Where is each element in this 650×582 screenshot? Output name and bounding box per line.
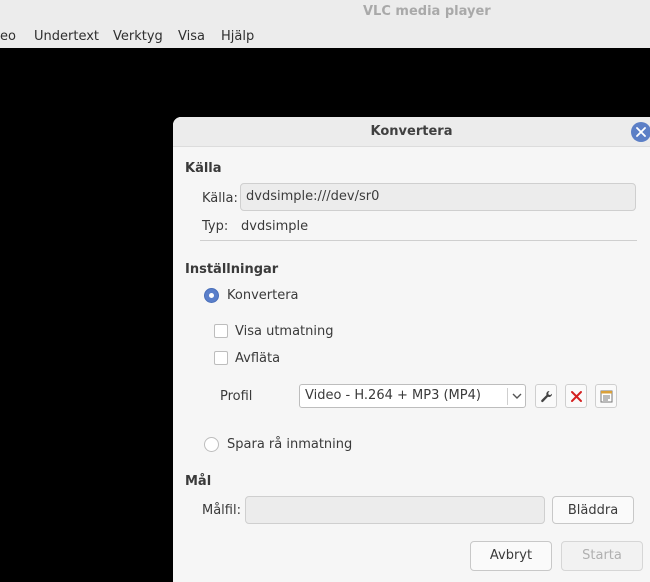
dialog-title: Konvertera <box>370 124 453 139</box>
profile-select[interactable]: Video - H.264 + MP3 (MP4) <box>299 384 526 408</box>
deinterlace-checkbox[interactable] <box>214 351 228 365</box>
profile-label: Profil <box>220 389 253 404</box>
deinterlace-label[interactable]: Avfläta <box>235 351 280 366</box>
menu-video[interactable]: eo <box>0 29 16 44</box>
chevron-down-icon <box>512 393 522 399</box>
destination-file-label: Målfil: <box>202 503 241 518</box>
type-label: Typ: <box>202 219 229 234</box>
browse-button-label: Bläddra <box>567 503 619 518</box>
source-label: Källa: <box>202 191 238 206</box>
source-value: dvdsimple:///dev/sr0 <box>246 189 380 204</box>
edit-profile-button[interactable] <box>535 384 557 408</box>
dialog-header: Konvertera <box>173 117 650 147</box>
cancel-button-label: Avbryt <box>489 548 533 563</box>
close-button[interactable] <box>631 122 650 142</box>
destination-file-input[interactable] <box>245 496 545 524</box>
source-section-title: Källa <box>185 161 222 176</box>
profile-dropdown-arrow[interactable] <box>507 388 525 405</box>
menubar: eo Undertext Verktyg Visa Hjälp <box>0 26 650 48</box>
convert-label[interactable]: Konvertera <box>227 288 299 303</box>
settings-section-title: Inställningar <box>185 262 279 277</box>
menu-view[interactable]: Visa <box>178 29 205 44</box>
close-icon <box>636 127 646 137</box>
cancel-button[interactable]: Avbryt <box>470 541 552 571</box>
convert-dialog: Konvertera Källa Källa: dvdsimple:///dev… <box>173 117 650 582</box>
profile-value: Video - H.264 + MP3 (MP4) <box>305 388 481 403</box>
new-profile-icon <box>600 390 613 403</box>
wrench-icon <box>541 390 553 403</box>
window-title: VLC media player <box>363 4 491 19</box>
dump-raw-radio[interactable] <box>204 437 219 452</box>
window-titlebar: VLC media player <box>0 0 650 26</box>
start-button-label: Starta <box>582 548 622 563</box>
menu-subtitle[interactable]: Undertext <box>34 29 99 44</box>
source-field[interactable]: dvdsimple:///dev/sr0 <box>240 183 636 211</box>
show-output-label[interactable]: Visa utmatning <box>235 324 334 339</box>
destination-section-title: Mål <box>185 474 212 489</box>
browse-button[interactable]: Bläddra <box>552 496 634 524</box>
start-button[interactable]: Starta <box>561 541 643 571</box>
delete-icon <box>571 391 582 402</box>
source-separator <box>200 240 637 241</box>
convert-radio[interactable] <box>204 288 219 303</box>
menu-help[interactable]: Hjälp <box>221 29 254 44</box>
new-profile-button[interactable] <box>595 384 617 408</box>
delete-profile-button[interactable] <box>565 384 587 408</box>
menu-tools[interactable]: Verktyg <box>113 29 163 44</box>
show-output-checkbox[interactable] <box>214 324 228 338</box>
type-value: dvdsimple <box>241 219 309 234</box>
dump-raw-label[interactable]: Spara rå inmatning <box>227 437 352 452</box>
